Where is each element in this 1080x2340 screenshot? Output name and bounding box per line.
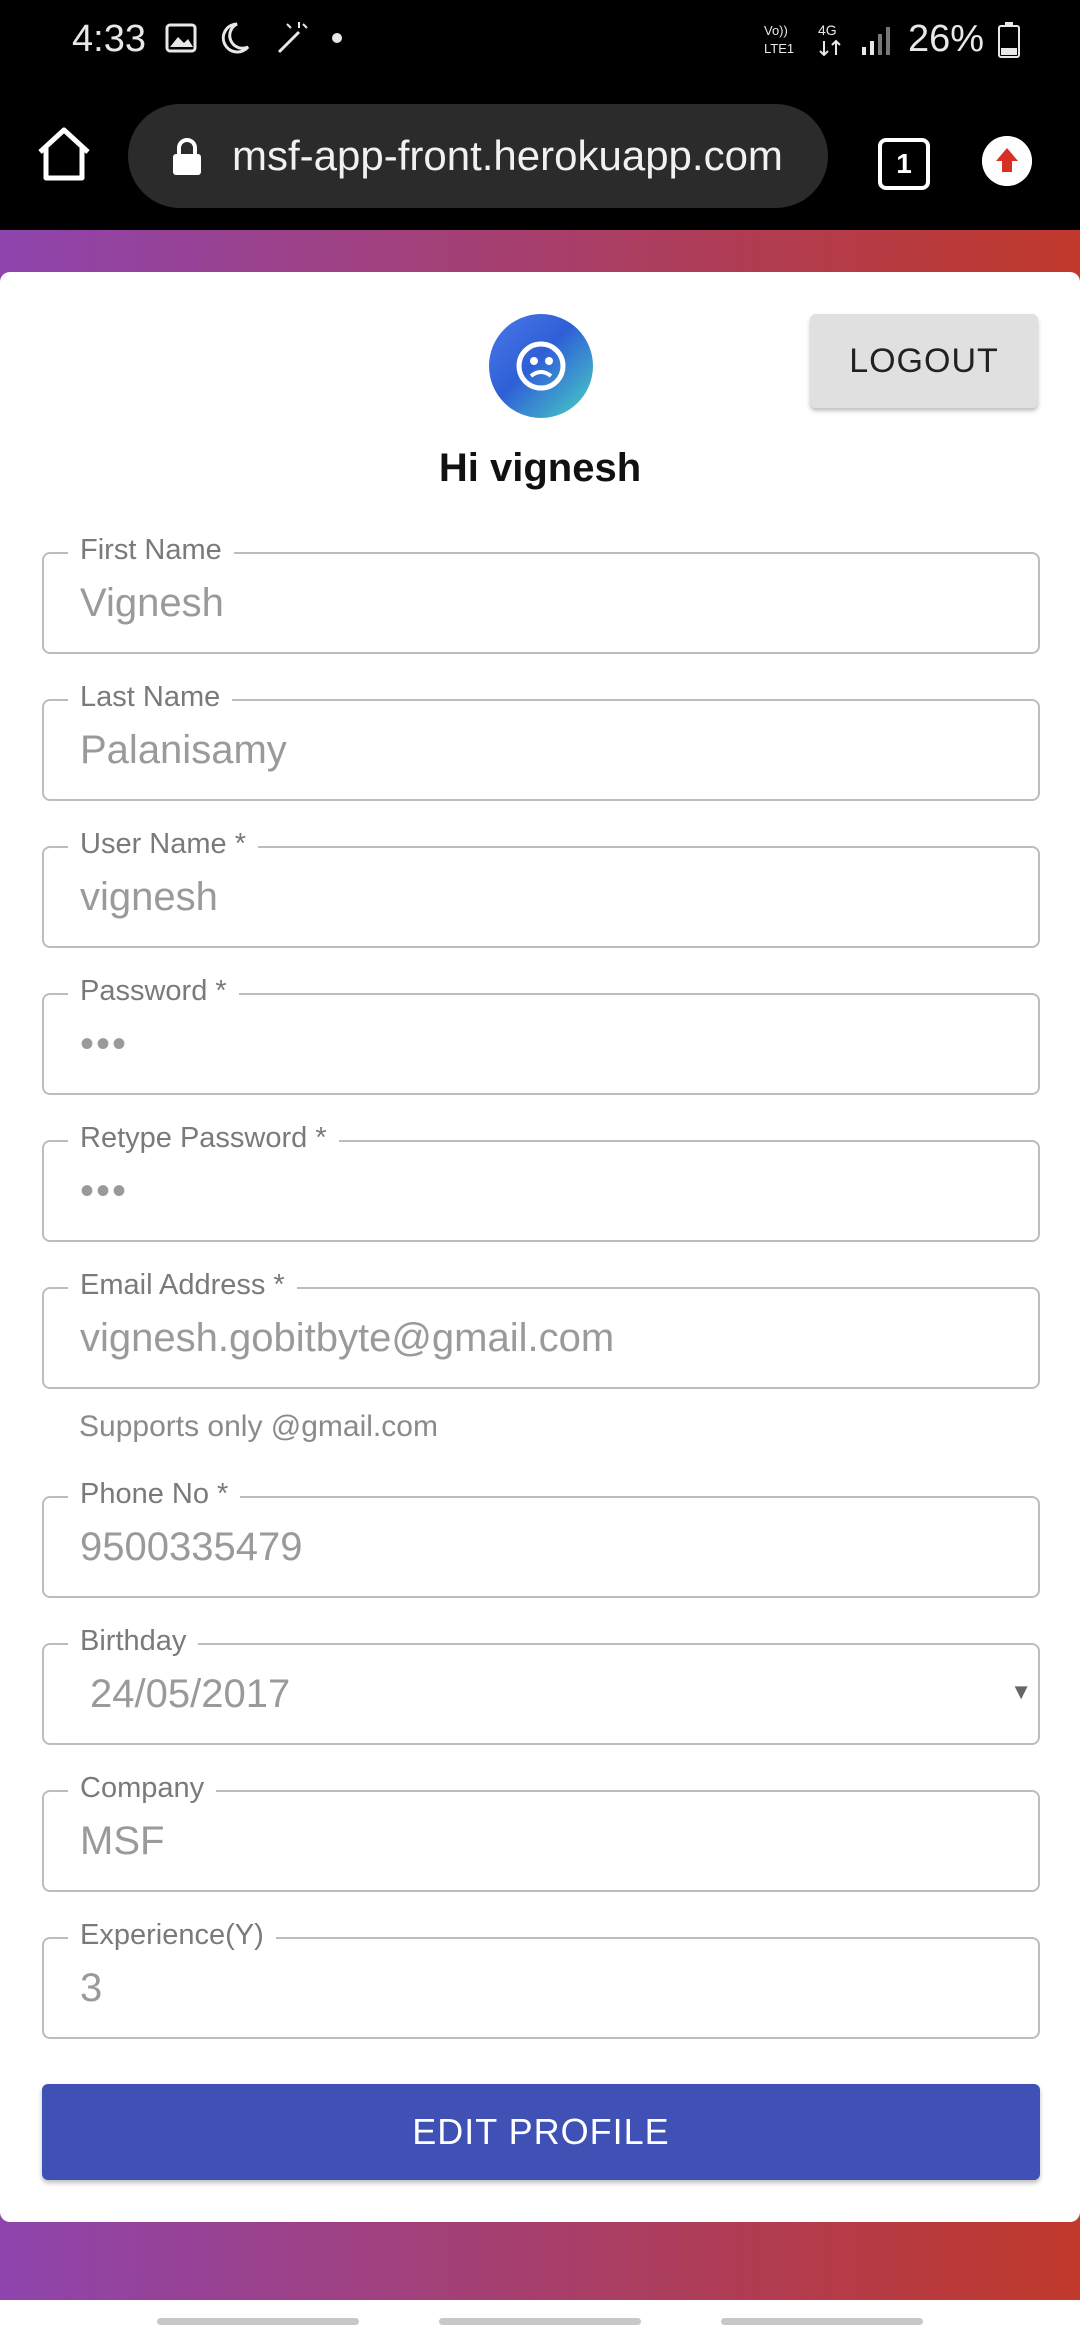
app-logo [489, 314, 593, 418]
face-icon [516, 341, 566, 391]
lte-icon: Vo)) LTE1 [764, 23, 794, 56]
birthday-field[interactable]: Birthday 24/05/2017 ▼ [42, 1625, 1040, 1745]
url-text[interactable]: msf-app-front.herokuapp.com [232, 104, 808, 208]
signal-icon [861, 26, 890, 55]
last-name-input[interactable]: Palanisamy [80, 701, 287, 799]
status-bar: 4:33 Vo)) LTE1 4G 26% [0, 0, 1080, 82]
update-icon[interactable] [982, 136, 1032, 186]
edit-profile-button[interactable]: EDIT PROFILE [42, 2084, 1040, 2180]
system-nav-bar [0, 2300, 1080, 2340]
experience-input[interactable]: 3 [80, 1939, 102, 2037]
browser-toolbar: msf-app-front.herokuapp.com 1 [0, 82, 1080, 230]
status-right: Vo)) LTE1 4G 26% [762, 18, 1020, 61]
svg-text:LTE1: LTE1 [764, 41, 794, 56]
user-name-input[interactable]: vignesh [80, 848, 218, 946]
magic-wand-icon [277, 22, 308, 54]
moon-icon [221, 22, 250, 54]
address-bar[interactable]: msf-app-front.herokuapp.com [128, 104, 828, 208]
greeting-title: Hi vignesh [438, 446, 642, 490]
retype-password-field[interactable]: Retype Password * ••• [42, 1122, 1040, 1242]
battery-percent: 26% [907, 18, 984, 60]
dot-icon [332, 33, 342, 43]
4g-icon: 4G [818, 22, 841, 56]
home-icon[interactable] [32, 122, 96, 186]
nav-home-indicator[interactable] [439, 2318, 641, 2325]
svg-text:Vo)): Vo)) [764, 23, 788, 38]
email-helper-text: Supports only @gmail.com [79, 1410, 438, 1443]
password-field[interactable]: Password * ••• [42, 975, 1040, 1095]
nav-recents-indicator[interactable] [157, 2318, 359, 2325]
nav-back-indicator[interactable] [721, 2318, 923, 2325]
dropdown-caret-icon[interactable]: ▼ [1010, 1679, 1032, 1705]
battery-icon [998, 21, 1020, 58]
company-field[interactable]: Company MSF [42, 1772, 1040, 1892]
retype-password-input[interactable]: ••• [80, 1142, 128, 1240]
email-input[interactable]: vignesh.gobitbyte@gmail.com [80, 1289, 614, 1387]
phone-field[interactable]: Phone No * 9500335479 [42, 1478, 1040, 1598]
first-name-field[interactable]: First Name Vignesh [42, 534, 1040, 654]
experience-field[interactable]: Experience(Y) 3 [42, 1919, 1040, 2039]
logout-button[interactable]: LOGOUT [810, 314, 1038, 408]
phone-input[interactable]: 9500335479 [80, 1498, 302, 1596]
tab-switcher-button[interactable]: 1 [878, 138, 930, 190]
image-icon [165, 23, 197, 53]
user-name-field[interactable]: User Name * vignesh [42, 828, 1040, 948]
company-input[interactable]: MSF [80, 1792, 164, 1890]
first-name-input[interactable]: Vignesh [80, 554, 224, 652]
birthday-input[interactable]: 24/05/2017 [90, 1645, 290, 1743]
notification-icons [165, 20, 343, 56]
svg-text:4G: 4G [818, 22, 837, 38]
status-time: 4:33 [72, 18, 146, 60]
password-input[interactable]: ••• [80, 995, 128, 1093]
last-name-field[interactable]: Last Name Palanisamy [42, 681, 1040, 801]
lock-icon [173, 138, 201, 175]
email-field[interactable]: Email Address * vignesh.gobitbyte@gmail.… [42, 1269, 1040, 1389]
